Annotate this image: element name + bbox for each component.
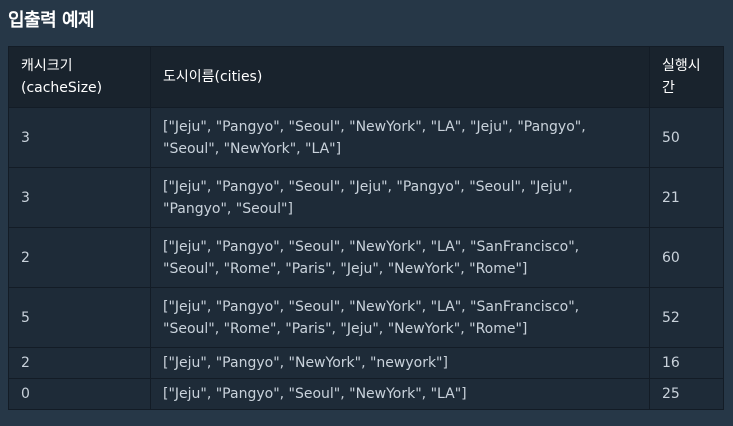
table-header-row: 캐시크기(cacheSize) 도시이름(cities) 실행시간 [8,46,724,108]
cell-cache-size: 2 [8,347,151,379]
header-cache-size: 캐시크기(cacheSize) [8,46,151,108]
cell-cache-size: 3 [8,167,151,228]
cell-cities: ["Jeju", "Pangyo", "Seoul", "NewYork", "… [150,107,650,168]
table-row: 0 ["Jeju", "Pangyo", "Seoul", "NewYork",… [8,378,724,410]
cell-run-time: 25 [649,378,724,410]
io-example-table: 캐시크기(cacheSize) 도시이름(cities) 실행시간 3 ["Je… [8,46,724,410]
cell-cities: ["Jeju", "Pangyo", "Seoul", "Jeju", "Pan… [150,167,650,228]
cell-run-time: 52 [649,287,724,348]
page: 입출력 예제 캐시크기(cacheSize) 도시이름(cities) 실행시간… [0,0,733,426]
section-title: 입출력 예제 [8,10,95,31]
cell-cache-size: 5 [8,287,151,348]
cell-run-time: 50 [649,107,724,168]
cell-cache-size: 2 [8,227,151,288]
table-row: 2 ["Jeju", "Pangyo", "NewYork", "newyork… [8,347,724,379]
cell-cities: ["Jeju", "Pangyo", "Seoul", "NewYork", "… [150,378,650,410]
table-row: 3 ["Jeju", "Pangyo", "Seoul", "NewYork",… [8,107,724,168]
table-row: 3 ["Jeju", "Pangyo", "Seoul", "Jeju", "P… [8,167,724,228]
cell-run-time: 60 [649,227,724,288]
cell-cache-size: 0 [8,378,151,410]
cell-run-time: 21 [649,167,724,228]
cell-cache-size: 3 [8,107,151,168]
cell-cities: ["Jeju", "Pangyo", "Seoul", "NewYork", "… [150,287,650,348]
header-cities: 도시이름(cities) [150,46,650,108]
table-row: 5 ["Jeju", "Pangyo", "Seoul", "NewYork",… [8,287,724,348]
cell-cities: ["Jeju", "Pangyo", "Seoul", "NewYork", "… [150,227,650,288]
cell-run-time: 16 [649,347,724,379]
cell-cities: ["Jeju", "Pangyo", "NewYork", "newyork"] [150,347,650,379]
table-row: 2 ["Jeju", "Pangyo", "Seoul", "NewYork",… [8,227,724,288]
header-run-time: 실행시간 [649,46,724,108]
